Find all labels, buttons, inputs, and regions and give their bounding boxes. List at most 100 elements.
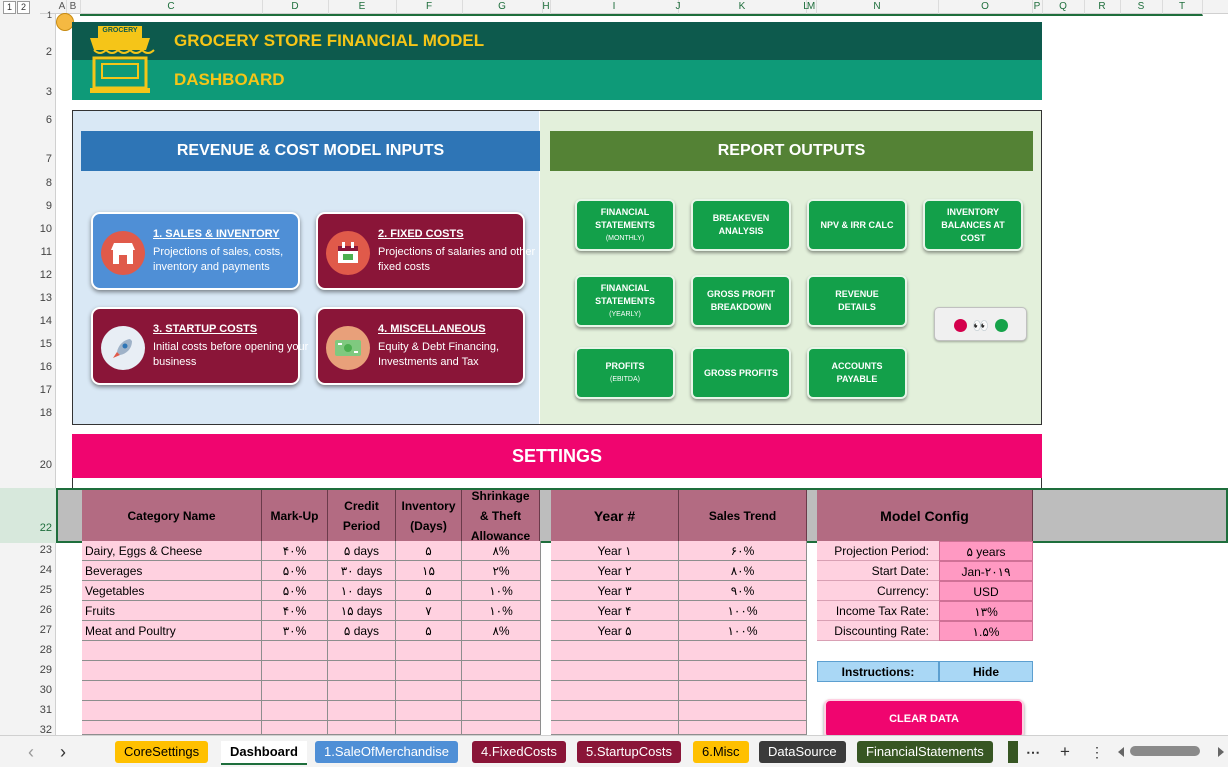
inventory-days-cell[interactable]: ۵ xyxy=(396,581,462,601)
row-header-22[interactable]: 22 xyxy=(0,488,56,543)
empty-cell[interactable] xyxy=(262,661,328,681)
tab-scroll-next-button[interactable]: › xyxy=(54,742,72,762)
financial-statements-monthly-button[interactable]: FINANCIAL STATEMENTS (MONTHLY) xyxy=(575,199,675,251)
tab-coresettings[interactable]: CoreSettings xyxy=(115,741,209,763)
shrinkage-cell[interactable]: ۸% xyxy=(462,541,541,561)
row-header-28[interactable]: 28 xyxy=(0,644,56,656)
sales-trend-cell[interactable]: ۸۰% xyxy=(679,561,807,581)
row-header-20[interactable]: 20 xyxy=(0,459,56,471)
mark-up-cell[interactable]: ۳۰% xyxy=(262,621,328,641)
config-value-projection-period[interactable]: ۵ years xyxy=(939,541,1033,561)
tab-misc[interactable]: 6.Misc xyxy=(693,741,749,763)
column-header-s[interactable]: S xyxy=(1120,0,1163,16)
row-header-15[interactable]: 15 xyxy=(0,338,56,350)
empty-cell[interactable] xyxy=(328,701,396,721)
row-header-10[interactable]: 10 xyxy=(0,223,56,235)
credit-period-cell[interactable]: ۳۰ days xyxy=(328,561,396,581)
sales-trend-cell[interactable]: ۶۰% xyxy=(679,541,807,561)
inventory-days-cell[interactable]: ۱۵ xyxy=(396,561,462,581)
config-value-start-date[interactable]: Jan-۲۰۱۹ xyxy=(939,561,1033,581)
empty-cell[interactable] xyxy=(462,661,541,681)
clear-data-button[interactable]: CLEAR DATA xyxy=(824,699,1024,739)
tab-saleofmerchandise[interactable]: 1.SaleOfMerchandise xyxy=(315,741,459,763)
empty-cell[interactable] xyxy=(462,721,541,735)
year-cell[interactable]: Year ۵ xyxy=(551,621,679,641)
sales-trend-cell[interactable]: ۹۰% xyxy=(679,581,807,601)
row-header-17[interactable]: 17 xyxy=(0,384,56,396)
revenue-details-button[interactable]: REVENUE DETAILS xyxy=(807,275,907,327)
row-header-9[interactable]: 9 xyxy=(0,200,56,212)
empty-cell[interactable] xyxy=(679,721,807,735)
empty-cell[interactable] xyxy=(679,641,807,661)
year-cell[interactable]: Year ۳ xyxy=(551,581,679,601)
horizontal-scrollbar-thumb[interactable] xyxy=(1130,746,1200,756)
column-header-f[interactable]: F xyxy=(396,0,463,16)
config-value-income-tax-rate[interactable]: ۱۳% xyxy=(939,601,1033,621)
credit-period-cell[interactable]: ۱۵ days xyxy=(328,601,396,621)
row-header-27[interactable]: 27 xyxy=(0,624,56,636)
empty-cell[interactable] xyxy=(679,661,807,681)
year-cell[interactable]: Year ۴ xyxy=(551,601,679,621)
empty-cell[interactable] xyxy=(82,661,262,681)
sheet-options-icon[interactable]: ⋮ xyxy=(1090,742,1104,762)
shrinkage-cell[interactable]: ۲% xyxy=(462,561,541,581)
empty-cell[interactable] xyxy=(551,681,679,701)
row-header-26[interactable]: 26 xyxy=(0,604,56,616)
mark-up-cell[interactable]: ۴۰% xyxy=(262,601,328,621)
row-header-18[interactable]: 18 xyxy=(0,407,56,419)
add-sheet-button[interactable]: + xyxy=(1056,742,1074,762)
row-header-6[interactable]: 6 xyxy=(0,114,56,126)
row-header-14[interactable]: 14 xyxy=(0,315,56,327)
row-header-23[interactable]: 23 xyxy=(0,544,56,556)
inventory-days-cell[interactable]: ۵ xyxy=(396,621,462,641)
row-header-3[interactable]: 3 xyxy=(0,86,56,98)
empty-cell[interactable] xyxy=(679,681,807,701)
gross-profit-breakdown-button[interactable]: GROSS PROFIT BREAKDOWN xyxy=(691,275,791,327)
shrinkage-cell[interactable]: ۱۰% xyxy=(462,601,541,621)
sales-trend-cell[interactable]: ۱۰۰% xyxy=(679,621,807,641)
empty-cell[interactable] xyxy=(462,641,541,661)
row-header-12[interactable]: 12 xyxy=(0,269,56,281)
year-cell[interactable]: Year ۱ xyxy=(551,541,679,561)
tab-datasource[interactable]: DataSource xyxy=(759,741,846,763)
empty-cell[interactable] xyxy=(82,721,262,735)
empty-cell[interactable] xyxy=(396,641,462,661)
empty-cell[interactable] xyxy=(462,681,541,701)
tab-scroll-prev-button[interactable]: ‹ xyxy=(22,742,40,762)
category-name-cell[interactable]: Meat and Poultry xyxy=(82,621,262,641)
empty-cell[interactable] xyxy=(262,721,328,735)
empty-cell[interactable] xyxy=(328,641,396,661)
sales-trend-cell[interactable]: ۱۰۰% xyxy=(679,601,807,621)
mark-up-cell[interactable]: ۴۰% xyxy=(262,541,328,561)
row-header-25[interactable]: 25 xyxy=(0,584,56,596)
shrinkage-cell[interactable]: ۱۰% xyxy=(462,581,541,601)
row-header-8[interactable]: 8 xyxy=(0,177,56,189)
row-header-1[interactable]: 1 xyxy=(0,10,56,20)
row-header-13[interactable]: 13 xyxy=(0,292,56,304)
fixed-costs-card[interactable]: 2. FIXED COSTS Projections of salaries a… xyxy=(316,212,535,290)
column-header-d[interactable]: D xyxy=(262,0,329,16)
empty-cell[interactable] xyxy=(328,721,396,735)
column-header-g[interactable]: G xyxy=(462,0,543,16)
instructions-toggle[interactable]: Hide xyxy=(939,661,1033,682)
inventory-days-cell[interactable]: ۵ xyxy=(396,541,462,561)
inventory-days-cell[interactable]: ۷ xyxy=(396,601,462,621)
empty-cell[interactable] xyxy=(679,701,807,721)
config-value-discounting-rate[interactable]: ۱.۵% xyxy=(939,621,1033,641)
mark-up-cell[interactable]: ۵۰% xyxy=(262,561,328,581)
row-header-29[interactable]: 29 xyxy=(0,664,56,676)
inventory-balances-button[interactable]: INVENTORY BALANCES AT COST xyxy=(923,199,1023,251)
tab-dashboard[interactable]: Dashboard xyxy=(221,741,307,765)
tab-overflow-stub[interactable] xyxy=(1008,741,1018,763)
tab-fixedcosts[interactable]: 4.FixedCosts xyxy=(472,741,566,763)
category-name-cell[interactable]: Beverages xyxy=(82,561,262,581)
empty-cell[interactable] xyxy=(328,661,396,681)
empty-cell[interactable] xyxy=(396,681,462,701)
empty-cell[interactable] xyxy=(328,681,396,701)
row-header-11[interactable]: 11 xyxy=(0,246,56,258)
gross-profits-button[interactable]: GROSS PROFITS xyxy=(691,347,791,399)
empty-cell[interactable] xyxy=(82,681,262,701)
row-header-24[interactable]: 24 xyxy=(0,564,56,576)
tab-financialstatements[interactable]: FinancialStatements xyxy=(857,741,993,763)
empty-cell[interactable] xyxy=(551,701,679,721)
